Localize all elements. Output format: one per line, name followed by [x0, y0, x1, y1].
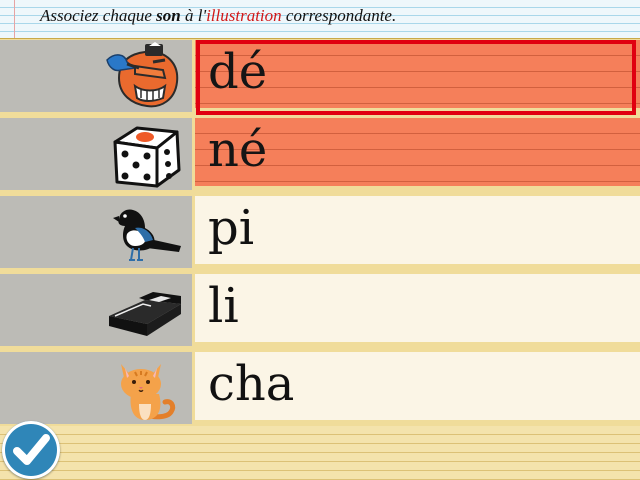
bed-icon[interactable] [105, 276, 185, 344]
word-label: cha [208, 356, 295, 412]
dice-icon[interactable] [105, 120, 185, 188]
illustration-cell-2[interactable] [0, 118, 192, 190]
bottom-ruled-area [0, 426, 640, 480]
match-row-2: né [0, 118, 640, 190]
word-label: pi [208, 200, 255, 256]
word-cell-2[interactable]: né [195, 118, 640, 186]
checkmark-icon [13, 434, 50, 465]
instruction-text-part: à l' [180, 6, 207, 25]
instruction-text-part: correspondante. [281, 6, 397, 25]
word-label: li [208, 278, 239, 334]
instruction-header: Associez chaque son à l'illustration cor… [0, 0, 640, 39]
illustration-cell-4[interactable] [0, 274, 192, 346]
tengu-mask-icon[interactable] [105, 42, 185, 110]
instruction-keyword-son: son [156, 6, 181, 25]
word-cell-4[interactable]: li [195, 274, 640, 342]
match-row-3: pi [0, 196, 640, 268]
instruction-text-part: Associez chaque [40, 6, 157, 25]
magpie-icon[interactable] [105, 198, 185, 266]
selection-frame [196, 40, 636, 115]
match-row-5: cha [0, 352, 640, 424]
instruction-keyword-illustration: illustration [206, 6, 282, 25]
word-cell-3[interactable]: pi [195, 196, 640, 264]
illustration-cell-5[interactable] [0, 352, 192, 424]
match-row-4: li [0, 274, 640, 346]
illustration-cell-1[interactable] [0, 40, 192, 112]
instruction-text: Associez chaque son à l'illustration cor… [40, 6, 396, 26]
word-label: né [208, 122, 268, 178]
illustration-cell-3[interactable] [0, 196, 192, 268]
word-cell-5[interactable]: cha [195, 352, 640, 420]
cat-icon[interactable] [105, 354, 185, 422]
validate-button[interactable] [2, 421, 60, 479]
margin-line [14, 0, 15, 38]
